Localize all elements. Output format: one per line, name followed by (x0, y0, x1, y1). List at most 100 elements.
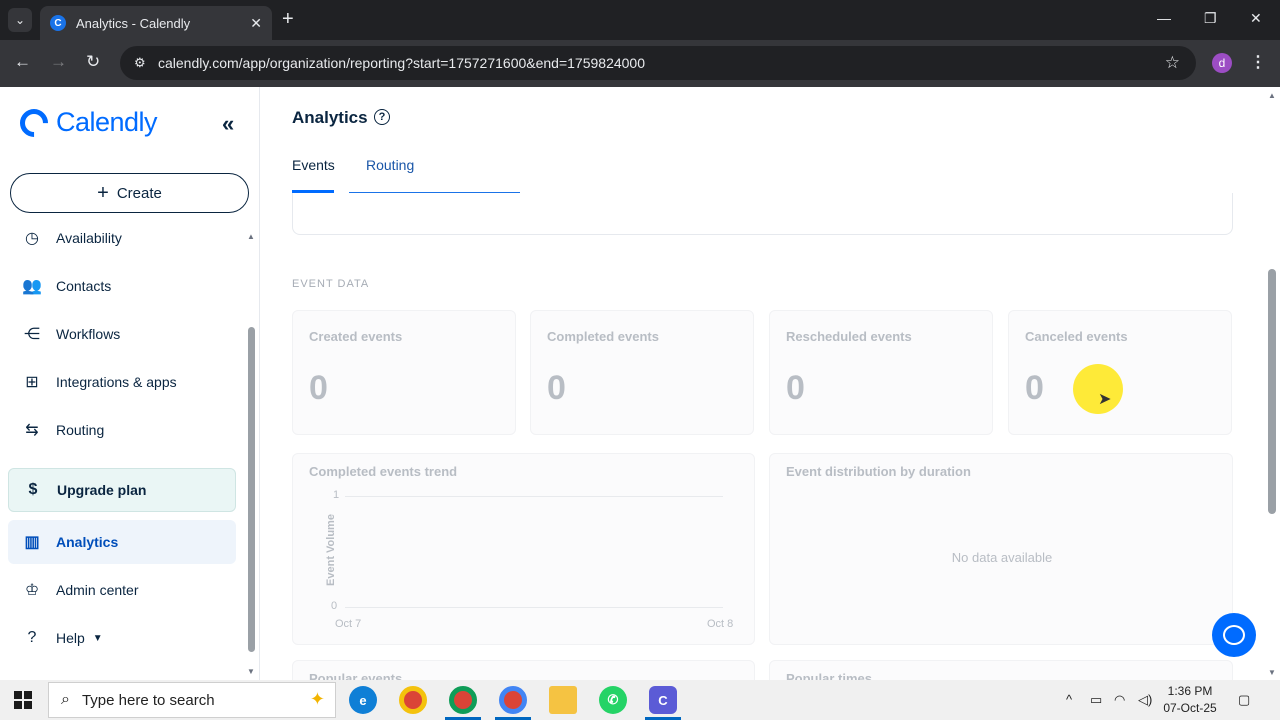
windows-start-icon[interactable] (14, 691, 32, 709)
section-label: EVENT DATA (292, 278, 370, 290)
site-info-icon[interactable]: ⚙ (134, 55, 156, 71)
tab-routing[interactable]: Routing (366, 157, 414, 173)
main-content: Analytics ? Events Routing EVENT DATA Cr… (260, 87, 1280, 680)
bookmark-star-icon[interactable]: ☆ (1165, 53, 1180, 73)
stat-label: Rescheduled events (786, 329, 912, 344)
close-window-icon[interactable]: ✕ (1250, 10, 1262, 27)
sidebar-item-label: Contacts (56, 278, 112, 294)
sidebar-item-contacts[interactable]: 👥 Contacts (8, 264, 236, 308)
calendly-logo[interactable]: Calendly (14, 102, 158, 143)
main-scroll-thumb[interactable] (1268, 269, 1276, 514)
tab-events[interactable]: Events (292, 157, 335, 173)
sidebar-scroll-thumb[interactable] (248, 327, 255, 652)
file-explorer-icon[interactable] (549, 686, 577, 714)
crown-icon: ♔ (24, 582, 40, 599)
reload-icon[interactable]: ↻ (86, 52, 100, 72)
stat-value: 0 (547, 369, 566, 407)
chevron-up-icon[interactable]: ^ (1066, 692, 1072, 707)
main-scrollbar[interactable]: ▲ ▼ (1266, 87, 1278, 680)
chat-button[interactable] (1212, 613, 1256, 657)
clock-icon: ◷ (25, 230, 39, 247)
plus-icon: + (97, 181, 109, 204)
grid-icon: ⊞ (25, 374, 39, 391)
browser-toolbar: ← → ↻ ⚙ calendly.com/app/organization/re… (0, 40, 1280, 87)
sidebar-item-label: Help (56, 630, 85, 646)
empty-state-text: No data available (951, 550, 1053, 565)
dollar-icon: $ (28, 481, 38, 498)
routing-icon: ⇆ (25, 422, 39, 439)
clock-time: 1:36 PM (1167, 684, 1213, 698)
contacts-icon: 👥 (22, 278, 42, 295)
sidebar: Calendly « + Create ◷ Availability 👥 Con… (0, 87, 260, 680)
whatsapp-icon[interactable]: ✆ (599, 686, 627, 714)
edge-icon[interactable]: e (349, 686, 377, 714)
sidebar-item-analytics[interactable]: ▥ Analytics (8, 520, 236, 564)
scroll-down-icon[interactable]: ▼ (247, 667, 255, 676)
volume-icon[interactable]: ◁) (1138, 692, 1152, 708)
scroll-down-icon[interactable]: ▼ (1268, 668, 1276, 677)
sidebar-item-label: Workflows (56, 326, 121, 342)
sidebar-item-label: Routing (56, 422, 105, 438)
info-icon[interactable]: ? (374, 109, 390, 125)
tab-close-icon[interactable]: ✕ (250, 15, 262, 32)
profile-avatar[interactable]: d (1212, 53, 1232, 73)
restore-icon[interactable]: ❐ (1204, 10, 1217, 27)
gridline (345, 607, 723, 608)
scroll-up-icon[interactable]: ▲ (1268, 91, 1276, 100)
help-icon: ? (27, 629, 37, 646)
mouse-cursor-icon: ➤ (1098, 391, 1112, 408)
sidebar-item-label: Availability (56, 230, 122, 246)
forward-icon[interactable]: → (50, 52, 67, 72)
sidebar-item-help[interactable]: ? Help ▼ (8, 616, 236, 660)
search-icon: ⌕ (61, 691, 70, 708)
stat-value: 0 (786, 369, 805, 407)
sidebar-item-availability[interactable]: ◷ Availability (8, 216, 236, 260)
popular-times-title: Popular times (786, 671, 872, 680)
trend-chart-panel: Completed events trend Event Volume 1 0 … (292, 453, 755, 645)
notifications-icon[interactable]: ▢ (1238, 692, 1250, 708)
chrome-icon[interactable] (399, 686, 427, 714)
y-tick: 1 (333, 489, 340, 501)
sidebar-scrollbar[interactable]: ▲ ▼ (247, 87, 256, 680)
tab-search-icon[interactable]: ⌄ (8, 8, 32, 32)
filter-card (292, 193, 1233, 235)
address-bar[interactable]: ⚙ calendly.com/app/organization/reportin… (120, 46, 1196, 80)
create-label: Create (116, 184, 162, 202)
sidebar-item-label: Upgrade plan (57, 482, 147, 498)
taskbar-search-input[interactable]: ⌕ Type here to search ✦ (48, 682, 336, 718)
calendly-favicon-icon: C (50, 15, 66, 31)
calendly-logo-icon (14, 102, 54, 143)
scroll-up-icon[interactable]: ▲ (247, 232, 255, 241)
stat-label: Completed events (547, 329, 659, 344)
minimize-icon[interactable]: — (1157, 10, 1171, 26)
sidebar-item-label: Integrations & apps (56, 374, 177, 390)
create-button[interactable]: + Create (10, 173, 249, 213)
taskbar-clock[interactable]: 1:36 PM 07-Oct-25 (1162, 683, 1218, 717)
chat-bubble-icon (1223, 625, 1245, 645)
new-tab-icon[interactable]: + (282, 9, 294, 29)
sidebar-item-routing[interactable]: ⇆ Routing (8, 408, 236, 452)
stat-card-created: Created events 0 (292, 310, 516, 435)
sidebar-item-workflows[interactable]: ⋲ Workflows (8, 312, 236, 356)
chrome-profile-d-icon[interactable] (499, 686, 527, 714)
sidebar-item-integrations[interactable]: ⊞ Integrations & apps (8, 360, 236, 404)
wifi-icon[interactable]: ◠ (1114, 692, 1125, 708)
url-text[interactable]: calendly.com/app/organization/reporting?… (158, 55, 645, 71)
y-tick: 0 (331, 600, 338, 612)
x-tick: Oct 8 (707, 618, 734, 630)
battery-icon[interactable]: ▭ (1090, 692, 1102, 708)
calendly-app-icon[interactable]: C (649, 686, 677, 714)
browser-menu-icon[interactable]: ⋮ (1250, 52, 1266, 72)
back-icon[interactable]: ← (14, 52, 31, 72)
brand-name: Calendly (56, 107, 158, 137)
x-tick: Oct 7 (335, 618, 362, 630)
browser-tab[interactable]: C Analytics - Calendly ✕ (40, 6, 272, 40)
popular-events-title: Popular events (309, 671, 403, 680)
collapse-sidebar-icon[interactable]: « (222, 111, 234, 137)
sidebar-item-upgrade-plan[interactable]: $ Upgrade plan (8, 468, 236, 512)
sparkle-icon: ✦ (309, 689, 325, 709)
sidebar-item-admin-center[interactable]: ♔ Admin center (8, 568, 236, 612)
sidebar-item-label: Admin center (56, 582, 139, 598)
chrome-profile-n-icon[interactable] (449, 686, 477, 714)
stat-label: Canceled events (1025, 329, 1128, 344)
